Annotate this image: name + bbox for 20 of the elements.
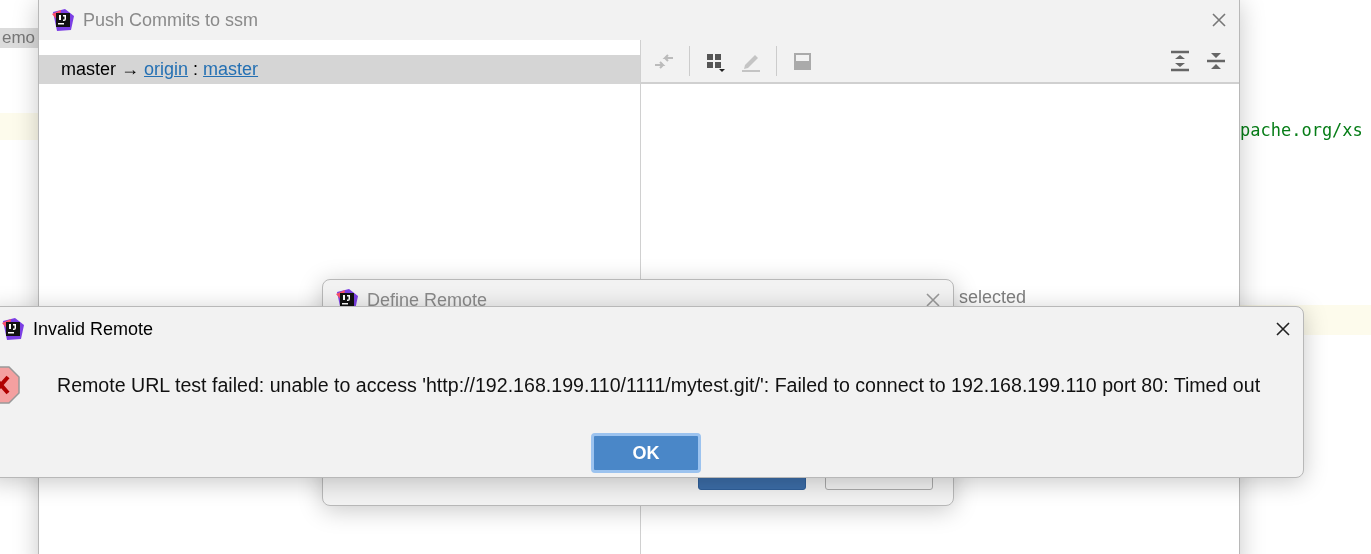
remote-branch-link[interactable]: master bbox=[203, 59, 259, 80]
code-line: pache.org/xs bbox=[1240, 120, 1363, 140]
status-text: selected bbox=[959, 287, 1027, 308]
local-branch: master bbox=[61, 59, 116, 80]
app-logo-icon bbox=[51, 8, 75, 32]
dialog-title: Define Remote bbox=[367, 289, 488, 311]
remote-link[interactable]: origin bbox=[144, 59, 189, 80]
expand-all-icon[interactable] bbox=[1169, 50, 1191, 72]
window-title: Push Commits to ssm bbox=[83, 9, 259, 31]
editor-tab[interactable]: emo bbox=[0, 28, 38, 48]
app-logo-icon bbox=[1, 317, 25, 341]
separator-text: : bbox=[193, 59, 199, 80]
branch-row[interactable]: master → origin : master bbox=[39, 55, 640, 84]
close-icon[interactable] bbox=[1275, 321, 1291, 337]
panel-icon[interactable] bbox=[791, 50, 813, 72]
error-message: Remote URL test failed: unable to access 'http://192.168.199.110/1111/mytest.git/': Failed to connect to 192.168.199.110 port 80: Timed out bbox=[57, 373, 1261, 397]
ok-button[interactable]: OK bbox=[591, 433, 701, 473]
arrow-text: → bbox=[121, 59, 139, 80]
collapse-all-icon[interactable] bbox=[1205, 50, 1227, 72]
dialog-title: Invalid Remote bbox=[33, 318, 154, 340]
